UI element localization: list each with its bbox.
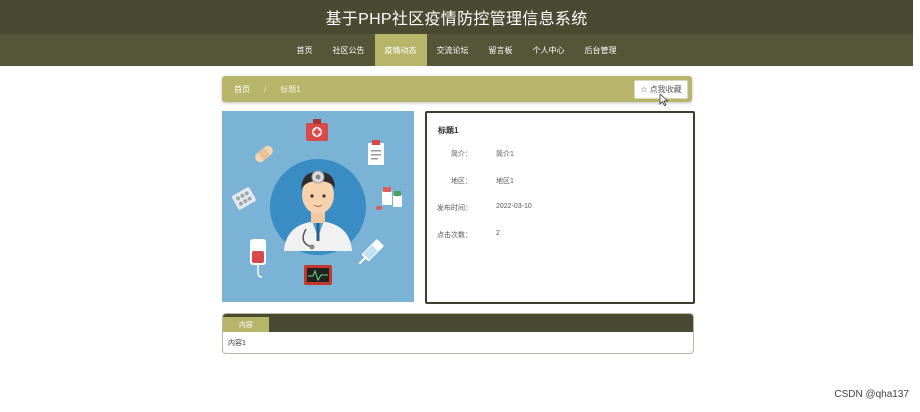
nav-item-home[interactable]: 首页	[287, 34, 323, 66]
heart-monitor-icon	[304, 265, 332, 285]
syringe-icon	[358, 239, 384, 265]
bandage-icon	[255, 145, 273, 163]
breadcrumb: 首页 / 标题1 ☆ 点我收藏	[222, 76, 692, 102]
detail-panel: 标题1 简介： 简介1 地区： 地区1 发布时间： 2022-03-10 点击次…	[425, 111, 695, 304]
field-label: 发布时间：	[437, 205, 472, 212]
field-value: 2	[496, 230, 500, 237]
detail-row-region: 地区： 地区1	[427, 176, 687, 186]
mouse-cursor-icon	[659, 94, 669, 106]
field-value: 2022-03-10	[496, 203, 532, 210]
detail-row-click-count: 点击次数： 2	[427, 230, 687, 240]
detail-row-publish-time: 发布时间： 2022-03-10	[427, 203, 687, 213]
nav-item-forum[interactable]: 交流论坛	[427, 34, 479, 66]
breadcrumb-current: 标题1	[280, 84, 301, 94]
doctor-illustration-svg	[231, 119, 402, 285]
nav-item-admin[interactable]: 后台管理	[575, 34, 627, 66]
detail-title: 标题1	[438, 126, 459, 135]
site-header: 基于PHP社区疫情防控管理信息系统	[0, 0, 913, 35]
star-icon: ☆	[640, 85, 648, 94]
main-nav: 首页 社区公告 疫情动态 交流论坛 留言板 个人中心 后台管理	[0, 34, 913, 66]
field-label: 点击次数：	[437, 232, 472, 239]
detail-row-summary: 简介： 简介1	[427, 149, 687, 159]
field-value: 简介1	[496, 151, 514, 158]
content-header: 内容	[223, 314, 693, 332]
content-body: 内容1	[228, 340, 246, 347]
clipboard-icon	[368, 140, 384, 165]
doctor-illustration	[222, 111, 414, 302]
tab-content[interactable]: 内容	[223, 317, 269, 332]
nav-item-epidemic-news[interactable]: 疫情动态	[374, 34, 427, 66]
iv-bag-icon	[250, 239, 266, 278]
breadcrumb-home-link[interactable]: 首页	[234, 84, 250, 95]
nav-item-announcements[interactable]: 社区公告	[323, 34, 375, 66]
breadcrumb-separator: /	[264, 84, 267, 94]
first-aid-kit-icon	[306, 119, 328, 141]
watermark: CSDN @qha137	[834, 389, 909, 400]
pill-pack-icon	[231, 187, 256, 210]
field-value: 地区1	[496, 178, 514, 185]
nav-item-message-board[interactable]: 留言板	[479, 34, 523, 66]
site-title: 基于PHP社区疫情防控管理信息系统	[325, 11, 588, 28]
nav-item-personal-center[interactable]: 个人中心	[523, 34, 575, 66]
content-section: 内容 内容1	[222, 313, 694, 354]
field-label: 地区：	[451, 178, 472, 185]
field-label: 简介：	[451, 151, 472, 158]
medicine-bottles-icon	[376, 187, 402, 210]
